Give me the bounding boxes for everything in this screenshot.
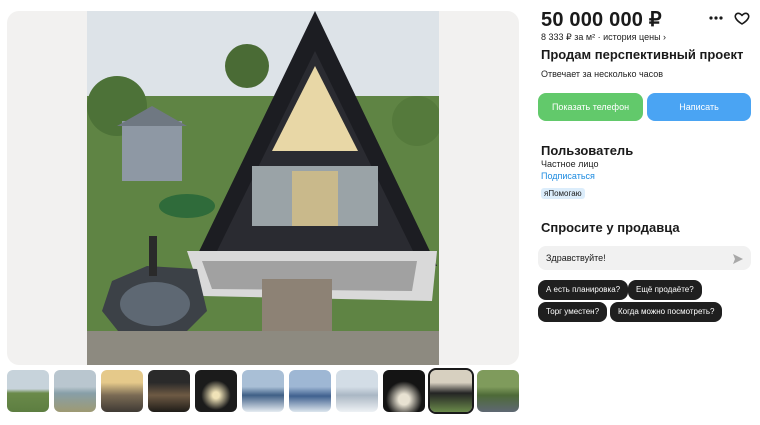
thumbnail-10[interactable] (428, 368, 474, 414)
quick-question-chip[interactable]: А есть планировка? (538, 280, 629, 300)
price-details: 8 333 ₽ за м² · история цены › (541, 32, 667, 42)
seller-name[interactable]: Пользователь (541, 143, 633, 158)
ask-seller-title: Спросите у продавца (541, 220, 680, 235)
thumbnail-2[interactable] (54, 370, 96, 412)
price-history-link[interactable]: история цены › (603, 32, 666, 42)
photo-gallery[interactable] (7, 11, 519, 365)
thumbnail-6[interactable] (242, 370, 284, 412)
quick-question-chip[interactable]: Торг уместен? (538, 302, 608, 322)
quick-question-chip[interactable]: Ещё продаёте? (628, 280, 702, 300)
thumbnail-strip (7, 368, 522, 414)
thumbnail-7[interactable] (289, 370, 331, 412)
more-horizontal-icon[interactable] (708, 10, 724, 26)
price-per-m2: 8 333 ₽ за м² (541, 32, 596, 42)
thumbnail-9[interactable] (383, 370, 425, 412)
thumbnail-3[interactable] (101, 370, 143, 412)
listing-price: 50 000 000 ₽ (541, 9, 662, 31)
seller-type: Частное лицо (541, 159, 599, 169)
thumbnail-1[interactable] (7, 370, 49, 412)
thumbnail-11[interactable] (477, 370, 519, 412)
show-phone-button[interactable]: Показать телефон (538, 93, 643, 121)
message-input-wrapper (538, 246, 751, 270)
reply-time: Отвечает за несколько часов (541, 69, 664, 79)
listing-sidebar: 50 000 000 ₽ 8 333 ₽ за м² · история цен… (537, 0, 757, 425)
thumbnail-4[interactable] (148, 370, 190, 412)
write-message-button[interactable]: Написать (647, 93, 751, 121)
message-input[interactable] (546, 250, 726, 266)
thumbnail-8[interactable] (336, 370, 378, 412)
send-arrow-icon[interactable] (732, 252, 744, 264)
subscribe-link[interactable]: Подписаться (541, 171, 595, 181)
listing-title: Продам перспективный проект (541, 47, 744, 62)
main-photo[interactable] (87, 11, 439, 365)
a-frame-house-photo (87, 11, 439, 365)
thumbnail-5[interactable] (195, 370, 237, 412)
quick-question-chip[interactable]: Когда можно посмотреть? (610, 302, 723, 322)
helper-badge: яПомогаю (541, 188, 585, 199)
heart-icon[interactable] (734, 10, 750, 26)
